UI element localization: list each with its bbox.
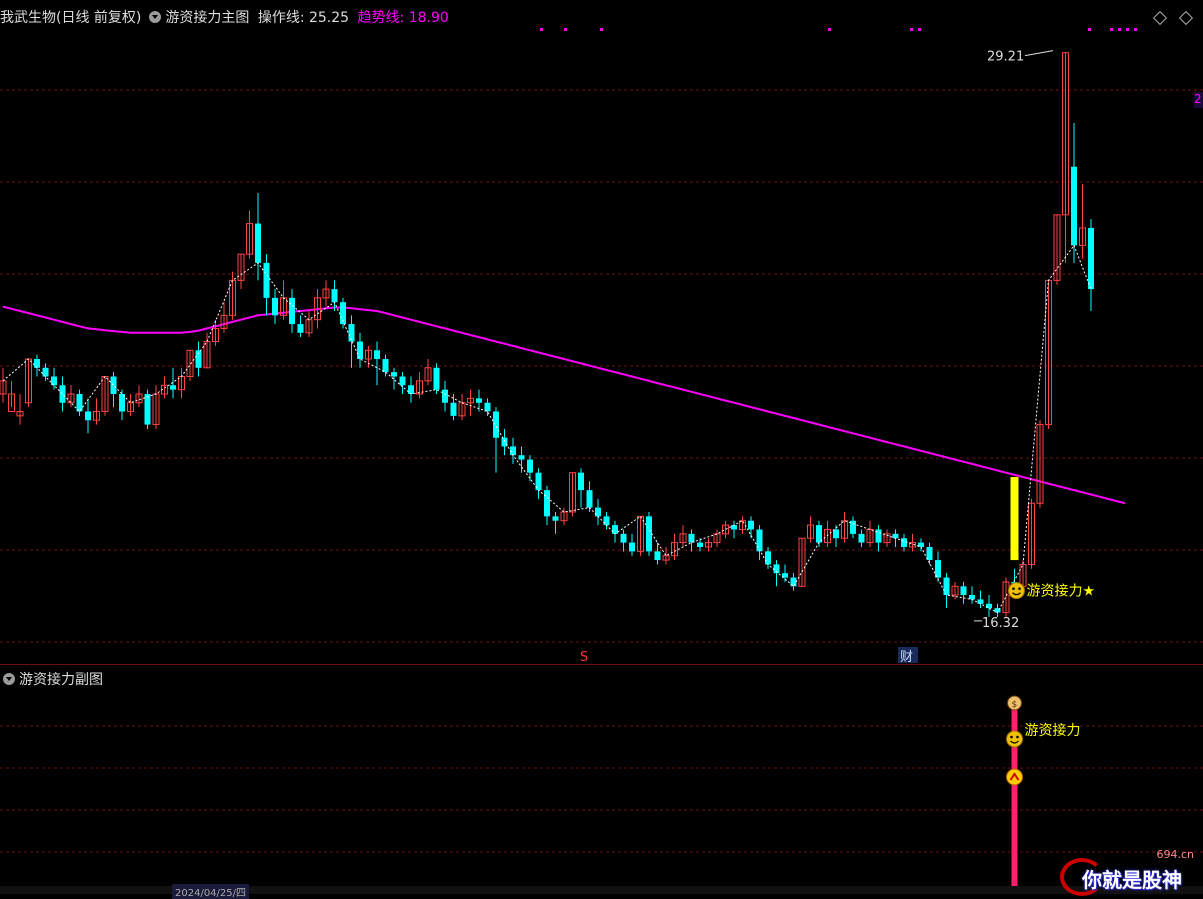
candle-body (586, 490, 593, 508)
candle-body (850, 520, 856, 534)
candle-body (833, 529, 839, 539)
candle-body (476, 398, 482, 403)
candle-body (255, 223, 261, 263)
candle-body (170, 385, 176, 390)
signal-dot (1134, 28, 1137, 31)
candle-body (612, 525, 618, 534)
candle-body (450, 402, 457, 416)
candle-body (756, 529, 763, 552)
candle-body (578, 472, 584, 491)
candle-body (110, 376, 117, 394)
candle-body (374, 350, 380, 360)
candle-body (357, 341, 363, 360)
candle-body (34, 359, 40, 368)
candle-body (263, 262, 270, 298)
low-price-label: 16.32 (982, 616, 1019, 631)
smiley-eye (1018, 587, 1021, 590)
candle-body (289, 297, 295, 325)
candle-body (42, 367, 49, 377)
candle-body (731, 525, 737, 530)
signal-dot (918, 28, 921, 31)
candle-body (527, 459, 533, 473)
candle-body (442, 389, 448, 403)
signal-dot (1118, 28, 1121, 31)
signal-dot (564, 28, 567, 31)
candle-body (399, 376, 406, 386)
candle-body (892, 533, 899, 539)
candle-body (59, 385, 66, 403)
candle-body (297, 324, 304, 333)
candle-body (960, 586, 967, 596)
signal-dot (1126, 28, 1129, 31)
candle-body (408, 385, 414, 394)
sub-signal-label: 游资接力 (1025, 722, 1081, 739)
candle-body (969, 595, 975, 600)
candle-body (433, 367, 440, 390)
candle-body (858, 533, 865, 543)
up-arrow-icon (1006, 768, 1023, 786)
candle-body (697, 542, 703, 547)
signal-dot (1088, 28, 1091, 31)
cai-mark: 财 (900, 650, 913, 665)
signal-dot (828, 28, 831, 31)
signal-dot (540, 28, 543, 31)
chart-canvas: 29.21 16.32 游资接力★ S 财 $ 游资接力 (0, 28, 1203, 886)
high-price-label: 29.21 (987, 50, 1024, 65)
smiley-icon (1006, 730, 1023, 748)
candle-body (76, 394, 83, 412)
candle-body (901, 538, 907, 547)
candle-body (620, 533, 627, 543)
s-mark: S (580, 650, 588, 665)
candle-body (382, 359, 389, 373)
candle-body (493, 411, 499, 438)
watermark-site: 694.cn (1156, 848, 1194, 861)
candle-body (331, 289, 338, 303)
candle-body (816, 525, 822, 543)
money-bag-symbol: $ (1012, 700, 1018, 710)
candle-body (144, 394, 151, 425)
high-pointer (1024, 50, 1054, 57)
smiley-eye (1010, 735, 1013, 739)
candle-body (484, 402, 491, 412)
signal-dot (1110, 28, 1113, 31)
smiley-eye (1016, 735, 1019, 739)
candle-body (977, 599, 984, 604)
signal-column (1011, 700, 1018, 886)
smiley-icon (1008, 582, 1025, 600)
candle-body (518, 455, 525, 460)
candle-body (85, 411, 91, 421)
signal-label: 游资接力★ (1027, 583, 1096, 600)
candle-body (51, 376, 57, 386)
candle-body (272, 297, 278, 316)
candle-body (595, 507, 601, 517)
candle-body (654, 551, 661, 561)
candle-body (629, 542, 635, 552)
watermark-logo: 694.cn 你就是股神 (1060, 848, 1200, 896)
smiley-eye (1012, 587, 1015, 590)
candle-body (391, 372, 397, 377)
signal-bar (1010, 477, 1019, 561)
candle-body (544, 490, 550, 517)
candle-body (765, 551, 771, 565)
candle-body (1071, 166, 1077, 246)
candle-body (688, 533, 695, 543)
signal-dot (600, 28, 603, 31)
candle-body (646, 516, 652, 552)
candle-body (552, 516, 559, 521)
candle-body (603, 516, 610, 526)
candle-body (1088, 227, 1094, 290)
signal-dot (910, 28, 913, 31)
candle-body (943, 577, 950, 596)
watermark-text: 你就是股神 (1082, 868, 1182, 892)
candle-body (748, 520, 754, 530)
trend-line (2, 305, 1126, 505)
candle-body (935, 560, 941, 578)
